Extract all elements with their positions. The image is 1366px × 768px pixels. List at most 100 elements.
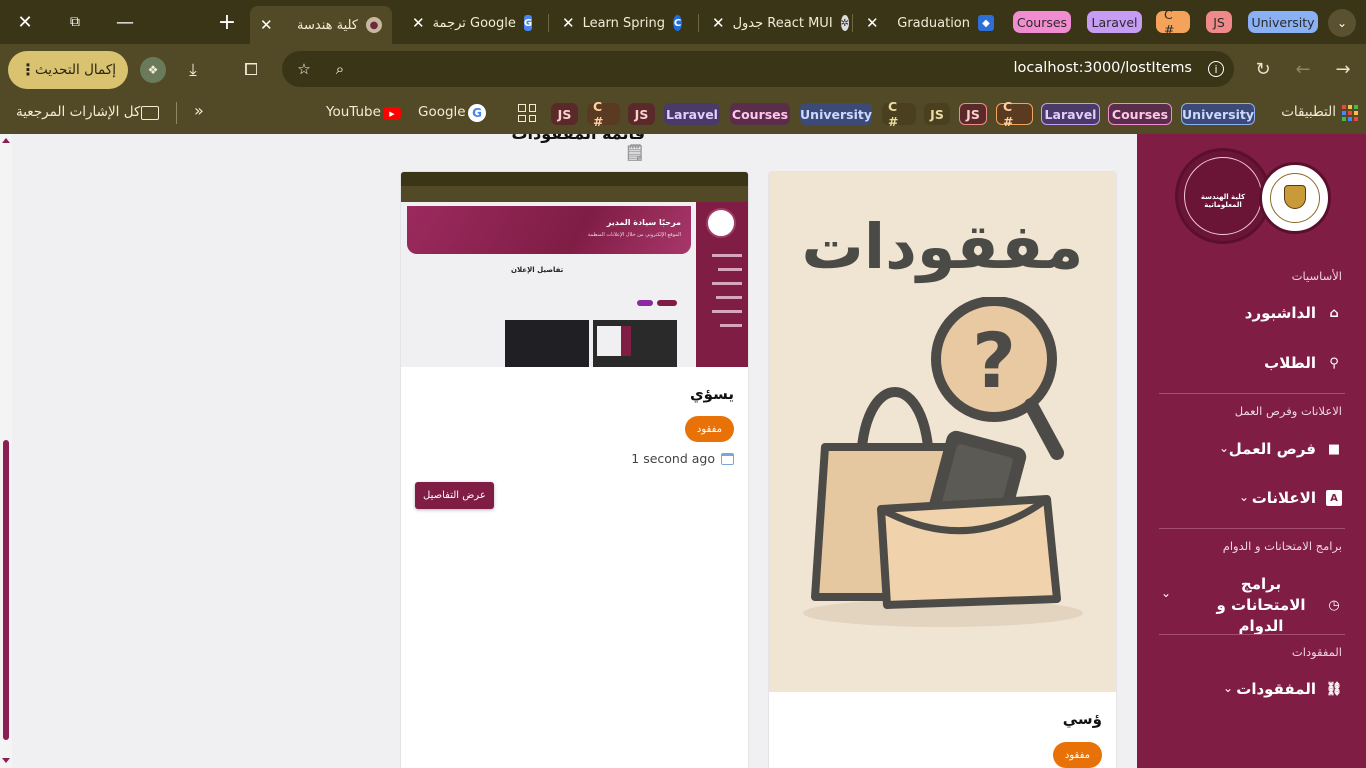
tab-graduation[interactable]: ✕ Graduation ◆: [856, 8, 1004, 38]
tab-react-mui[interactable]: ✕ جدول React MUI ✲: [702, 8, 850, 38]
scroll-up-icon[interactable]: [2, 138, 10, 143]
close-window-icon[interactable]: ✕: [0, 0, 50, 44]
tab-group-courses[interactable]: Courses: [1013, 11, 1071, 33]
chevron-down-icon[interactable]: ⌄: [1161, 586, 1171, 600]
close-tab-icon[interactable]: ✕: [412, 14, 425, 32]
youtube-icon: ▶: [383, 107, 401, 120]
bookmark-js[interactable]: JS: [959, 103, 987, 125]
sidebar-item-ads[interactable]: A الاعلانات: [1252, 489, 1342, 507]
close-tab-icon[interactable]: ✕: [260, 16, 273, 34]
minimize-window-icon[interactable]: —: [100, 0, 150, 44]
coursera-icon: C: [673, 15, 682, 31]
chevron-down-icon[interactable]: ⌄: [1239, 490, 1249, 504]
home-icon: ⌂: [1329, 305, 1339, 321]
section-ads-jobs: الاعلانات وفرص العمل: [1234, 404, 1342, 418]
zoom-icon[interactable]: ⌕: [330, 59, 350, 79]
section-exams: برامج الامتحانات و الدوام: [1222, 539, 1342, 553]
tab-strip: ✕ ⧉ — + ✕ كلية هندسة ● ✕ ترجمة Google G …: [0, 0, 1366, 44]
lost-bag-illustration: ?: [803, 297, 1083, 627]
tab-search-chevron-icon[interactable]: ⌄: [1328, 9, 1356, 37]
sidebar-item-jobs[interactable]: ■ فرص العمل: [1229, 440, 1342, 458]
tab-groups-grid-icon[interactable]: [518, 104, 536, 122]
sidebar-item-label: المفقودات: [1236, 680, 1316, 698]
bookmark-csharp[interactable]: C #: [996, 99, 1033, 129]
close-tab-icon[interactable]: ✕: [562, 14, 575, 32]
close-tab-icon[interactable]: ✕: [712, 14, 725, 32]
ad-icon: A: [1326, 490, 1342, 506]
bookmark-star-icon[interactable]: ☆: [294, 59, 314, 79]
time-row: 1 second ago: [631, 451, 734, 466]
downloads-icon[interactable]: ⤓: [180, 57, 206, 83]
apps-grid-icon: [1342, 105, 1358, 121]
tab-learn-spring[interactable]: ✕ Learn Spring C: [552, 8, 692, 38]
back-icon[interactable]: →: [1330, 56, 1356, 82]
bookmark-csharp-3[interactable]: C #: [587, 99, 620, 129]
forward-icon[interactable]: ←: [1290, 56, 1316, 82]
address-bar[interactable]: i localhost:3000/lostItems ⌕ ☆: [282, 51, 1234, 87]
page-title: قائمة المفقودات 🗒: [500, 134, 645, 162]
section-basics: الأساسيات: [1291, 269, 1342, 283]
calendar-icon: [721, 452, 734, 465]
url-text: localhost:3000/lostItems: [1013, 60, 1192, 76]
close-tab-icon[interactable]: ✕: [866, 14, 879, 32]
folder-icon: [141, 106, 159, 120]
briefcase-icon: ■: [1327, 441, 1341, 457]
bookmark-university[interactable]: University: [1181, 103, 1255, 125]
card-title: يسؤي: [689, 385, 734, 403]
bookmark-js-2[interactable]: JS: [924, 103, 950, 125]
scrollbar[interactable]: [0, 134, 12, 768]
lost-item-image: مرحبًا سيادة المدير الموقع الإلكتروني من…: [401, 172, 748, 367]
apps-bookmark[interactable]: التطبيقات: [1281, 104, 1336, 120]
bookmark-youtube[interactable]: YouTube: [326, 104, 381, 120]
sidebar-item-label: الداشبورد: [1244, 304, 1316, 322]
image-caption: مفقودات: [801, 210, 1084, 283]
bookmark-laravel[interactable]: Laravel: [1041, 103, 1100, 125]
bookmark-csharp-2[interactable]: C #: [882, 99, 916, 129]
scroll-thumb[interactable]: [3, 440, 9, 740]
extensions-icon[interactable]: ⧠: [238, 57, 264, 83]
bookmark-js-3[interactable]: JS: [628, 103, 655, 125]
tab-google-translate[interactable]: ✕ ترجمة Google G: [402, 8, 542, 38]
tab-group-laravel[interactable]: Laravel: [1087, 11, 1142, 33]
site-info-icon[interactable]: i: [1208, 61, 1224, 77]
posted-time: 1 second ago: [631, 451, 715, 466]
view-details-button[interactable]: عرض التفاصيل: [415, 482, 494, 509]
all-bookmarks[interactable]: كل الإشارات المرجعية: [16, 104, 140, 120]
sidebar-item-dashboard[interactable]: ⌂ الداشبورد: [1245, 304, 1342, 322]
chevron-down-icon[interactable]: ⌄: [1223, 681, 1233, 695]
tab-group-csharp[interactable]: C #: [1156, 7, 1190, 37]
bookmark-courses[interactable]: Courses: [1108, 103, 1172, 125]
reload-icon[interactable]: ↻: [1250, 56, 1276, 82]
sidebar-item-students[interactable]: ⚲ الطلاب: [1264, 354, 1342, 372]
update-label: إكمال التحديث: [35, 62, 116, 78]
logo-text: كلية الهندسة المعلوماتية: [1200, 193, 1246, 209]
graduation-cap-icon: ⚲: [1329, 355, 1339, 371]
university-seal-icon: [1259, 162, 1331, 234]
bookmark-university-2[interactable]: University: [800, 103, 872, 125]
list-icon: 🗒: [624, 143, 645, 162]
lost-item-card: مفقودات ? ؤسي مفقود: [768, 171, 1117, 768]
new-tab-icon[interactable]: +: [202, 0, 252, 44]
profile-avatar-icon[interactable]: ❖: [140, 57, 166, 83]
thumb-heading: تفاصيل الإعلان: [511, 266, 564, 274]
bookmark-google[interactable]: Google: [418, 104, 466, 120]
thumb-banner-title: مرحبًا سيادة المدير: [606, 218, 681, 227]
sidebar-item-lost[interactable]: ⛓ المفقودات: [1236, 680, 1342, 698]
page-viewport: قائمة المفقودات 🗒 مفقودات ?: [0, 134, 1366, 768]
restore-window-icon[interactable]: ⧉: [50, 0, 100, 44]
update-button[interactable]: ⋮ إكمال التحديث: [8, 51, 128, 89]
tab-kolia[interactable]: ✕ كلية هندسة ●: [250, 6, 392, 44]
sidebar-item-label: الاعلانات: [1251, 489, 1316, 507]
more-bookmarks-icon[interactable]: »: [194, 101, 204, 120]
tab-group-university[interactable]: University: [1248, 11, 1318, 33]
college-logo-icon: ●: [366, 17, 382, 33]
chevron-down-icon[interactable]: ⌄: [1219, 441, 1229, 455]
bookmark-laravel-2[interactable]: Laravel: [664, 103, 720, 125]
sidebar-item-exams[interactable]: ◷ برامج الامتحانات و الدوام: [1192, 574, 1342, 637]
bookmark-js-4[interactable]: JS: [551, 103, 578, 125]
scroll-down-icon[interactable]: [2, 758, 10, 763]
tab-title: Learn Spring: [582, 15, 665, 31]
bookmarks-bar: التطبيقات University Courses Laravel C #…: [0, 94, 1366, 134]
tab-group-js[interactable]: JS: [1206, 11, 1232, 33]
bookmark-courses-2[interactable]: Courses: [730, 103, 790, 125]
